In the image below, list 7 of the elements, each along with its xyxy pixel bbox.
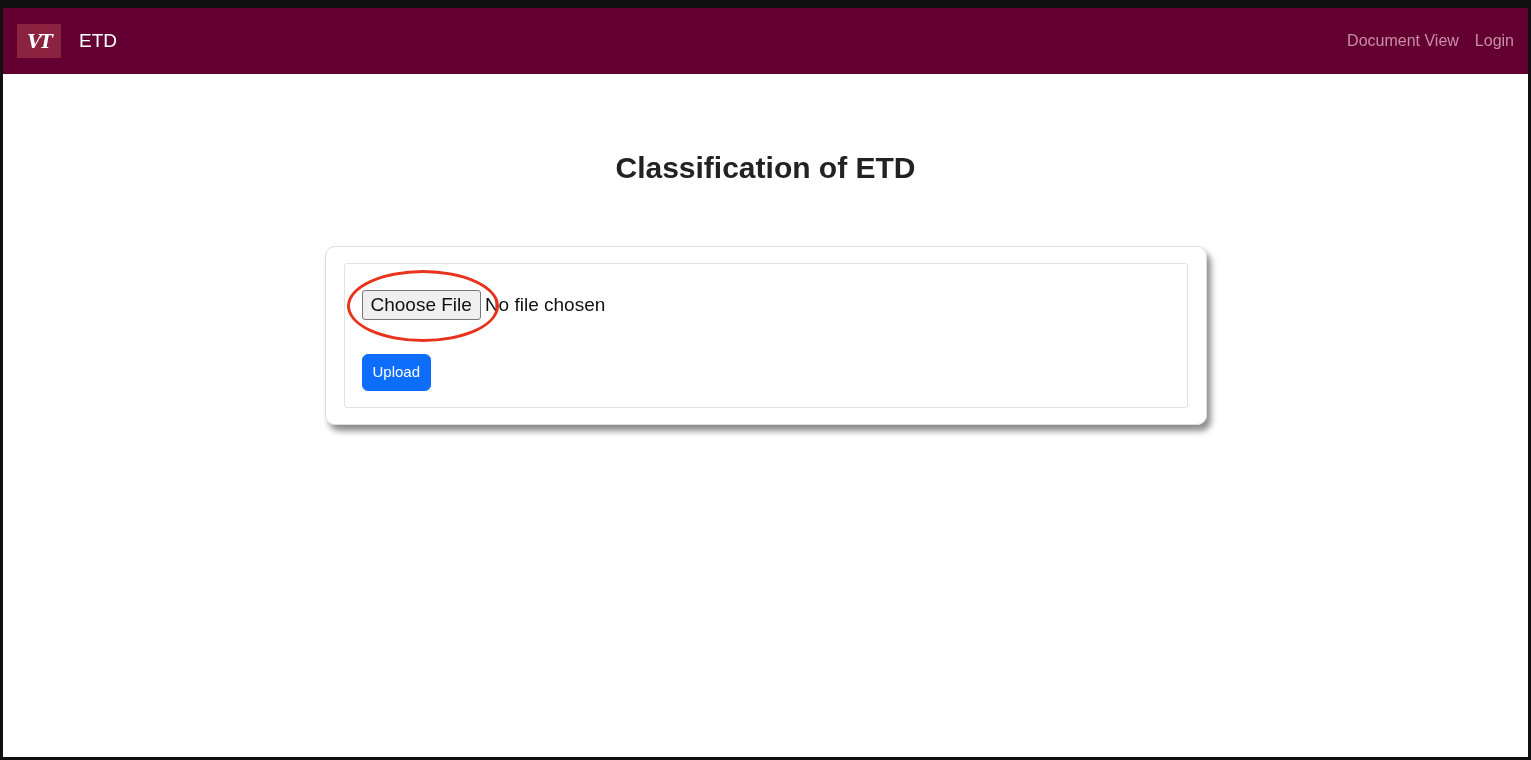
page-title: Classification of ETD <box>614 150 917 186</box>
nav-link[interactable]: Login <box>1474 29 1514 53</box>
upload-button[interactable]: Upload <box>361 354 432 391</box>
nav-link[interactable]: Document View <box>1347 29 1459 53</box>
logo[interactable]: VT <box>17 24 61 58</box>
choose-file-button[interactable]: Choose File <box>361 290 481 320</box>
brand-name[interactable]: ETD <box>79 26 117 56</box>
